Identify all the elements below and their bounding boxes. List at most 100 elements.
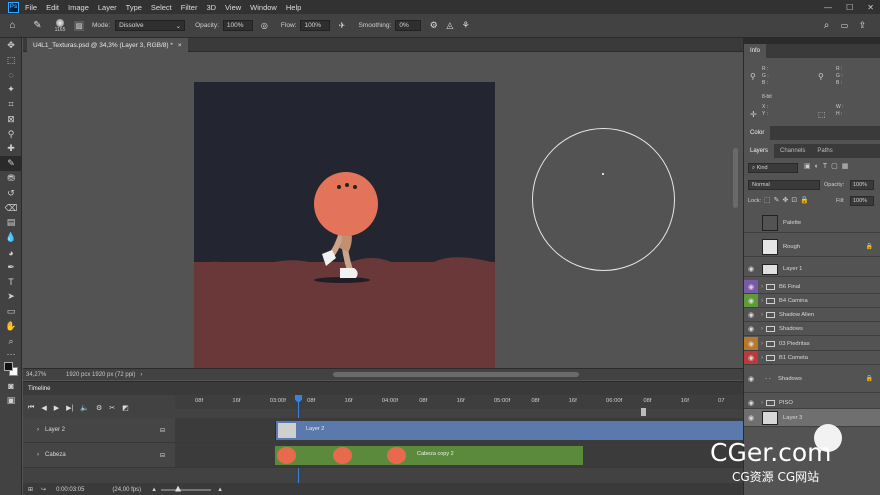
chevron-right-icon[interactable]: › — [758, 400, 766, 406]
eye-icon[interactable]: ◉ — [744, 337, 758, 350]
eye-icon[interactable]: ◉ — [744, 375, 758, 383]
menu-image[interactable]: Image — [68, 3, 89, 12]
layer-row[interactable]: ◉ › Shadows — [744, 322, 880, 336]
convert-frames-icon[interactable]: ⊞ — [28, 486, 33, 493]
next-frame-icon[interactable]: ▶| — [66, 404, 73, 412]
layer-row[interactable]: ◉ Layer 1 — [744, 262, 880, 277]
zoom-in-icon[interactable]: ▲ — [217, 487, 223, 493]
audio-icon[interactable]: 🔈 — [80, 404, 89, 412]
photoshop-logo-icon[interactable]: Ps — [8, 1, 19, 13]
layer-row[interactable]: ◉ Layer 3 — [744, 409, 880, 427]
menu-select[interactable]: Select — [151, 3, 172, 12]
track-area-layer-2[interactable]: Layer 2 — [175, 418, 743, 443]
history-brush-tool-icon[interactable]: ↺ — [0, 186, 22, 201]
tab-info[interactable]: Info — [744, 44, 767, 58]
brush-settings-icon[interactable]: ▨ — [74, 20, 84, 31]
path-selection-tool-icon[interactable]: ➤ — [0, 290, 22, 305]
eye-icon[interactable]: ◉ — [744, 351, 758, 364]
search-icon[interactable]: ⌕ — [820, 19, 833, 32]
angle-icon[interactable]: ◬ — [443, 19, 456, 32]
timeline-title[interactable]: Timeline — [28, 386, 50, 392]
chevron-right-icon[interactable]: › — [37, 427, 39, 433]
film-icon[interactable]: ⊟ — [160, 427, 165, 434]
tab-paths[interactable]: Paths — [811, 144, 838, 158]
flow-field[interactable]: 100% — [300, 20, 331, 31]
track-label-cabeza[interactable]: › Cabeza ⊟ — [23, 443, 175, 468]
gradient-tool-icon[interactable]: ▤ — [0, 216, 22, 231]
tab-channels[interactable]: Channels — [774, 144, 811, 158]
chevron-right-icon[interactable]: › — [758, 312, 766, 318]
tab-color[interactable]: Color — [744, 126, 771, 140]
eye-icon[interactable]: ◉ — [744, 414, 758, 422]
zoom-out-icon[interactable]: ▲ — [151, 487, 157, 493]
layer-filter-icons[interactable]: ▣◐T▢▦ — [804, 162, 852, 170]
chevron-right-icon[interactable]: › — [758, 284, 766, 290]
previous-frame-icon[interactable]: ◀ — [41, 404, 46, 412]
crop-tool-icon[interactable]: ⌗ — [0, 97, 22, 112]
canvas-area[interactable] — [23, 52, 743, 368]
canvas-vertical-scrollbar[interactable] — [733, 148, 738, 208]
frame-tool-icon[interactable]: ⊠ — [0, 112, 22, 127]
chevron-right-icon[interactable]: › — [758, 341, 766, 347]
layer-row[interactable]: ◉ › B6 Final — [744, 280, 880, 294]
brush-tool-icon[interactable]: ✎ — [31, 19, 44, 32]
eye-icon[interactable]: ◉ — [744, 280, 758, 293]
eye-icon[interactable]: ◉ — [744, 294, 758, 307]
chevron-right-icon[interactable]: › — [140, 372, 142, 378]
clone-stamp-tool-icon[interactable]: ⛃ — [0, 171, 22, 186]
screen-mode-icon[interactable]: ▣ — [0, 394, 22, 409]
share-icon[interactable]: ⇪ — [856, 19, 869, 32]
tab-layers[interactable]: Layers — [744, 144, 775, 158]
timecode[interactable]: 0:00:03:05 — [56, 487, 84, 493]
quick-mask-icon[interactable]: ◙ — [0, 379, 22, 394]
symmetry-icon[interactable]: ⚘ — [459, 19, 472, 32]
pressure-opacity-icon[interactable]: ◎ — [258, 19, 271, 32]
chevron-right-icon[interactable]: › — [758, 326, 766, 332]
document-tab[interactable]: U4L1_Texturas.psd @ 34,3% (Layer 3, RGB/… — [27, 38, 188, 52]
chevron-right-icon[interactable]: › — [37, 452, 39, 458]
menu-help[interactable]: Help — [286, 3, 301, 12]
layers-opacity-field[interactable]: 100% — [850, 180, 874, 190]
menu-file[interactable]: File — [25, 3, 37, 12]
workspace-icon[interactable]: ▭ — [838, 19, 851, 32]
zoom-level[interactable]: 34,27% — [26, 372, 66, 378]
layer-row[interactable]: ◉ - - Shadows 🔒 — [744, 365, 880, 393]
hand-tool-icon[interactable]: ✋ — [0, 319, 22, 334]
go-to-first-frame-icon[interactable]: ⏮ — [28, 404, 34, 412]
chevron-right-icon[interactable]: › — [758, 298, 766, 304]
move-tool-icon[interactable]: ✥ — [0, 38, 22, 53]
track-label-layer-2[interactable]: › Layer 2 ⊟ — [23, 418, 175, 443]
transition-icon[interactable]: ◩ — [122, 404, 129, 412]
eye-icon[interactable]: ◉ — [744, 265, 758, 273]
layer-kind-filter[interactable]: ⌕ Kind — [748, 163, 798, 173]
smoothing-field[interactable]: 0% — [395, 20, 422, 31]
magic-wand-tool-icon[interactable]: ✦ — [0, 82, 22, 97]
clip-layer-2[interactable]: Layer 2 — [275, 421, 743, 440]
chevron-right-icon[interactable]: › — [758, 355, 766, 361]
layer-row[interactable]: Rough 🔒 — [744, 237, 880, 257]
timeline-zoom-handle[interactable] — [175, 485, 182, 492]
layer-row[interactable]: ◉ › B4 Camina — [744, 294, 880, 308]
clip-cabeza[interactable]: Cabeza copy 2 — [275, 446, 583, 465]
menu-edit[interactable]: Edit — [46, 3, 59, 12]
lasso-tool-icon[interactable]: ◌ — [0, 68, 22, 83]
timeline-zoom-slider[interactable] — [161, 485, 212, 492]
foreground-color-swatch[interactable] — [4, 361, 13, 371]
shape-tool-icon[interactable]: ▭ — [0, 304, 22, 319]
menu-window[interactable]: Window — [250, 3, 277, 12]
menu-layer[interactable]: Layer — [98, 3, 117, 12]
eye-icon[interactable]: ◉ — [744, 399, 758, 407]
eraser-tool-icon[interactable]: ⌫ — [0, 201, 22, 216]
dodge-tool-icon[interactable]: ◕ — [0, 245, 22, 260]
timeline-ruler[interactable]: 08f 16f 03:00f 08f 16f 04:00f 08f 16f 05:00f 08f 1… — [175, 395, 743, 409]
menu-3d[interactable]: 3D — [206, 3, 216, 12]
work-area-end-handle[interactable] — [641, 408, 646, 416]
track-area-cabeza[interactable]: Cabeza copy 2 — [175, 443, 743, 468]
eyedropper-tool-icon[interactable]: ⚲ — [0, 127, 22, 142]
split-icon[interactable]: ✂ — [109, 404, 115, 412]
layer-row[interactable]: ◉ › 03 Piedritas — [744, 337, 880, 351]
menu-view[interactable]: View — [225, 3, 241, 12]
close-tab-icon[interactable]: × — [178, 42, 182, 49]
color-swatches[interactable] — [0, 359, 22, 379]
layer-row[interactable]: ◉ › PISO — [744, 397, 880, 409]
